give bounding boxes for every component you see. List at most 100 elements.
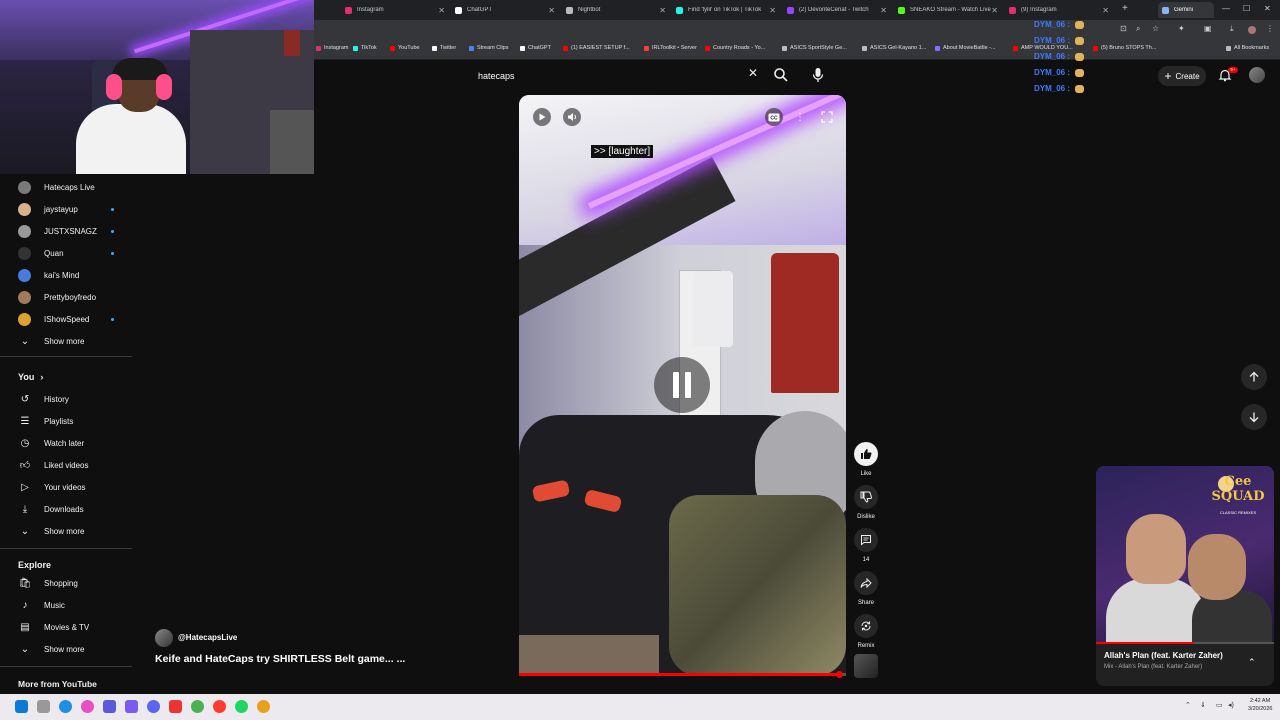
clock-date[interactable]: 3/20/2026 — [1248, 706, 1272, 712]
show-more-you[interactable]: ⌄ Show more — [0, 520, 132, 542]
clock-time[interactable]: 2:42 AM — [1250, 698, 1270, 704]
mini-player-title[interactable]: Allah's Plan (feat. Karter Zaher) — [1104, 651, 1223, 660]
play-button[interactable] — [533, 108, 551, 126]
bookmark-item[interactable]: ASICS SportStyle Ge... — [782, 45, 847, 51]
chevron-up-icon[interactable]: ⌃ — [1248, 657, 1256, 668]
search-input[interactable] — [470, 64, 780, 88]
sidebar-subscription[interactable]: Prettyboyfredo — [0, 286, 132, 308]
like-button[interactable]: Like — [853, 442, 879, 477]
close-tab-icon[interactable]: ✕ — [548, 6, 555, 15]
comments-button[interactable]: 14 — [853, 528, 879, 563]
bookmark-item[interactable]: About MovieBattle -... — [935, 45, 996, 51]
edge-browser-icon[interactable] — [59, 700, 72, 713]
tray-network-icon[interactable]: ⇓ — [1200, 701, 1206, 709]
channel-avatar[interactable] — [155, 629, 173, 647]
account-avatar[interactable] — [1249, 67, 1265, 83]
chrome-icon[interactable] — [191, 700, 204, 713]
close-tab-icon[interactable]: ✕ — [659, 6, 666, 15]
bookmark-item[interactable]: Twitter — [432, 45, 456, 51]
download-icon[interactable]: ⤓ — [1230, 24, 1234, 34]
show-more-subscriptions[interactable]: ⌄ Show more — [0, 330, 132, 352]
you-heading[interactable]: You › — [18, 372, 43, 382]
sidebar-item-downloads[interactable]: ⤓ Downloads — [0, 498, 132, 520]
previous-short-button[interactable] — [1241, 364, 1267, 390]
fullscreen-button[interactable] — [818, 108, 836, 126]
tray-display-icon[interactable]: ▭ — [1216, 701, 1223, 709]
tray-chevron-icon[interactable]: ⌃ — [1185, 701, 1191, 709]
sidebar-subscription[interactable]: jaystayup — [0, 198, 132, 220]
show-more-explore[interactable]: ⌄ Show more — [0, 638, 132, 660]
more-options-icon[interactable]: ⋮ — [792, 108, 808, 126]
sidebar-item-playlists[interactable]: ☰ Playlists — [0, 410, 132, 432]
spotify-icon[interactable] — [235, 700, 248, 713]
close-tab-icon[interactable]: ✕ — [769, 6, 776, 15]
install-icon[interactable]: ⊡ — [1120, 24, 1127, 33]
bookmark-item[interactable]: (5) Bruno STOPS Th... — [1093, 45, 1156, 51]
bookmark-item[interactable]: (1) EASIEST SETUP f... — [563, 45, 630, 51]
bookmark-item[interactable]: YouTube — [390, 45, 420, 51]
close-tab-icon[interactable]: ✕ — [1102, 6, 1109, 15]
profile-icon[interactable] — [1248, 26, 1256, 34]
browser-tab[interactable]: ChatGPT ✕ — [451, 2, 559, 18]
pause-overlay[interactable] — [654, 357, 710, 413]
browser-tab[interactable]: (2) DevonteCenat - Twitch ✕ — [783, 2, 891, 18]
mini-player-artwork[interactable]: Cee SQUAD CLASSIC REMIXES — [1096, 466, 1274, 644]
app-icon-red[interactable] — [169, 700, 182, 713]
clear-search-icon[interactable]: ✕ — [748, 66, 758, 80]
sidebar-item-shopping[interactable]: 🛍︎ Shopping — [0, 572, 132, 594]
search-button[interactable] — [772, 66, 790, 84]
sound-thumbnail[interactable] — [854, 654, 878, 678]
browser-tab[interactable]: Nightbot ✕ — [562, 2, 670, 18]
tray-speaker-icon[interactable]: ◂) — [1228, 701, 1234, 709]
video-title[interactable]: Keife and HateCaps try SHIRTLESS Belt ga… — [155, 653, 405, 665]
sidepanel-icon[interactable]: ▣ — [1204, 24, 1212, 33]
windows-start-icon[interactable] — [15, 700, 28, 713]
browser-menu-icon[interactable]: ⋮ — [1266, 24, 1274, 33]
bookmark-item[interactable]: TikTok — [353, 45, 377, 51]
sidebar-item-liked-videos[interactable]: 👍︎ Liked videos — [0, 454, 132, 476]
zoom-icon[interactable]: ⌕ — [1136, 24, 1140, 34]
close-window-button[interactable]: ✕ — [1264, 4, 1271, 13]
bookmark-item[interactable]: Stream Clips — [469, 45, 508, 51]
new-tab-button[interactable]: + — [1122, 3, 1128, 14]
sidebar-subscription[interactable]: JUSTXSNAGZ — [0, 220, 132, 242]
app-icon-pink[interactable] — [81, 700, 94, 713]
chrome-active-icon[interactable] — [257, 700, 270, 713]
volume-button[interactable] — [563, 108, 581, 126]
share-button[interactable]: Share — [853, 571, 879, 606]
sidebar-item-music[interactable]: ♪ Music — [0, 594, 132, 616]
bookmark-item[interactable]: All Bookmarks — [1226, 45, 1269, 51]
sidebar-item-history[interactable]: ↺ History — [0, 388, 132, 410]
bookmark-item[interactable]: IRLToolkit • Server — [644, 45, 697, 51]
video-progress-handle[interactable] — [836, 671, 844, 678]
discord-icon[interactable] — [147, 700, 160, 713]
app-icon-grid[interactable] — [125, 700, 138, 713]
sidebar-subscription[interactable]: IShowSpeed — [0, 308, 132, 330]
sidebar-item-watch-later[interactable]: ◷ Watch later — [0, 432, 132, 454]
maximize-window-button[interactable]: ☐ — [1243, 4, 1250, 13]
voice-search-button[interactable] — [810, 66, 826, 84]
task-view-icon[interactable] — [37, 700, 50, 713]
app-icon-blue[interactable] — [103, 700, 116, 713]
extensions-icon[interactable]: ✦ — [1178, 24, 1185, 33]
sidebar-subscription[interactable]: kai's Mind — [0, 264, 132, 286]
captions-button[interactable]: CC — [765, 108, 783, 126]
bookmark-item[interactable]: ASICS Gel-Kayano 1... — [862, 45, 926, 51]
minimize-window-button[interactable]: — — [1222, 4, 1230, 13]
bookmark-item[interactable]: Country Roads - Yo... — [705, 45, 765, 51]
browser-tab[interactable]: (9) Instagram ✕ — [1005, 2, 1113, 18]
bookmark-item[interactable]: AMP WOULD YOU... — [1013, 45, 1073, 51]
dislike-button[interactable]: Dislike — [853, 485, 879, 520]
create-button[interactable]: + Create — [1158, 66, 1206, 86]
browser-tab[interactable]: SNEAKO Stream - Watch Live ✕ — [894, 2, 1002, 18]
bookmark-item[interactable]: ChatGPT — [520, 45, 551, 51]
browser-tab[interactable]: Gemini — [1158, 2, 1214, 18]
remix-button[interactable]: Remix — [853, 614, 879, 649]
close-tab-icon[interactable]: ✕ — [991, 6, 998, 15]
browser-tab[interactable]: Instagram ✕ — [341, 2, 449, 18]
opera-icon[interactable] — [213, 700, 226, 713]
next-short-button[interactable] — [1241, 404, 1267, 430]
close-tab-icon[interactable]: ✕ — [438, 6, 445, 15]
sidebar-subscription[interactable]: Hatecaps Live — [0, 176, 132, 198]
browser-tab[interactable]: Find 'tylil' on TikTok | TikTok ✕ — [672, 2, 780, 18]
